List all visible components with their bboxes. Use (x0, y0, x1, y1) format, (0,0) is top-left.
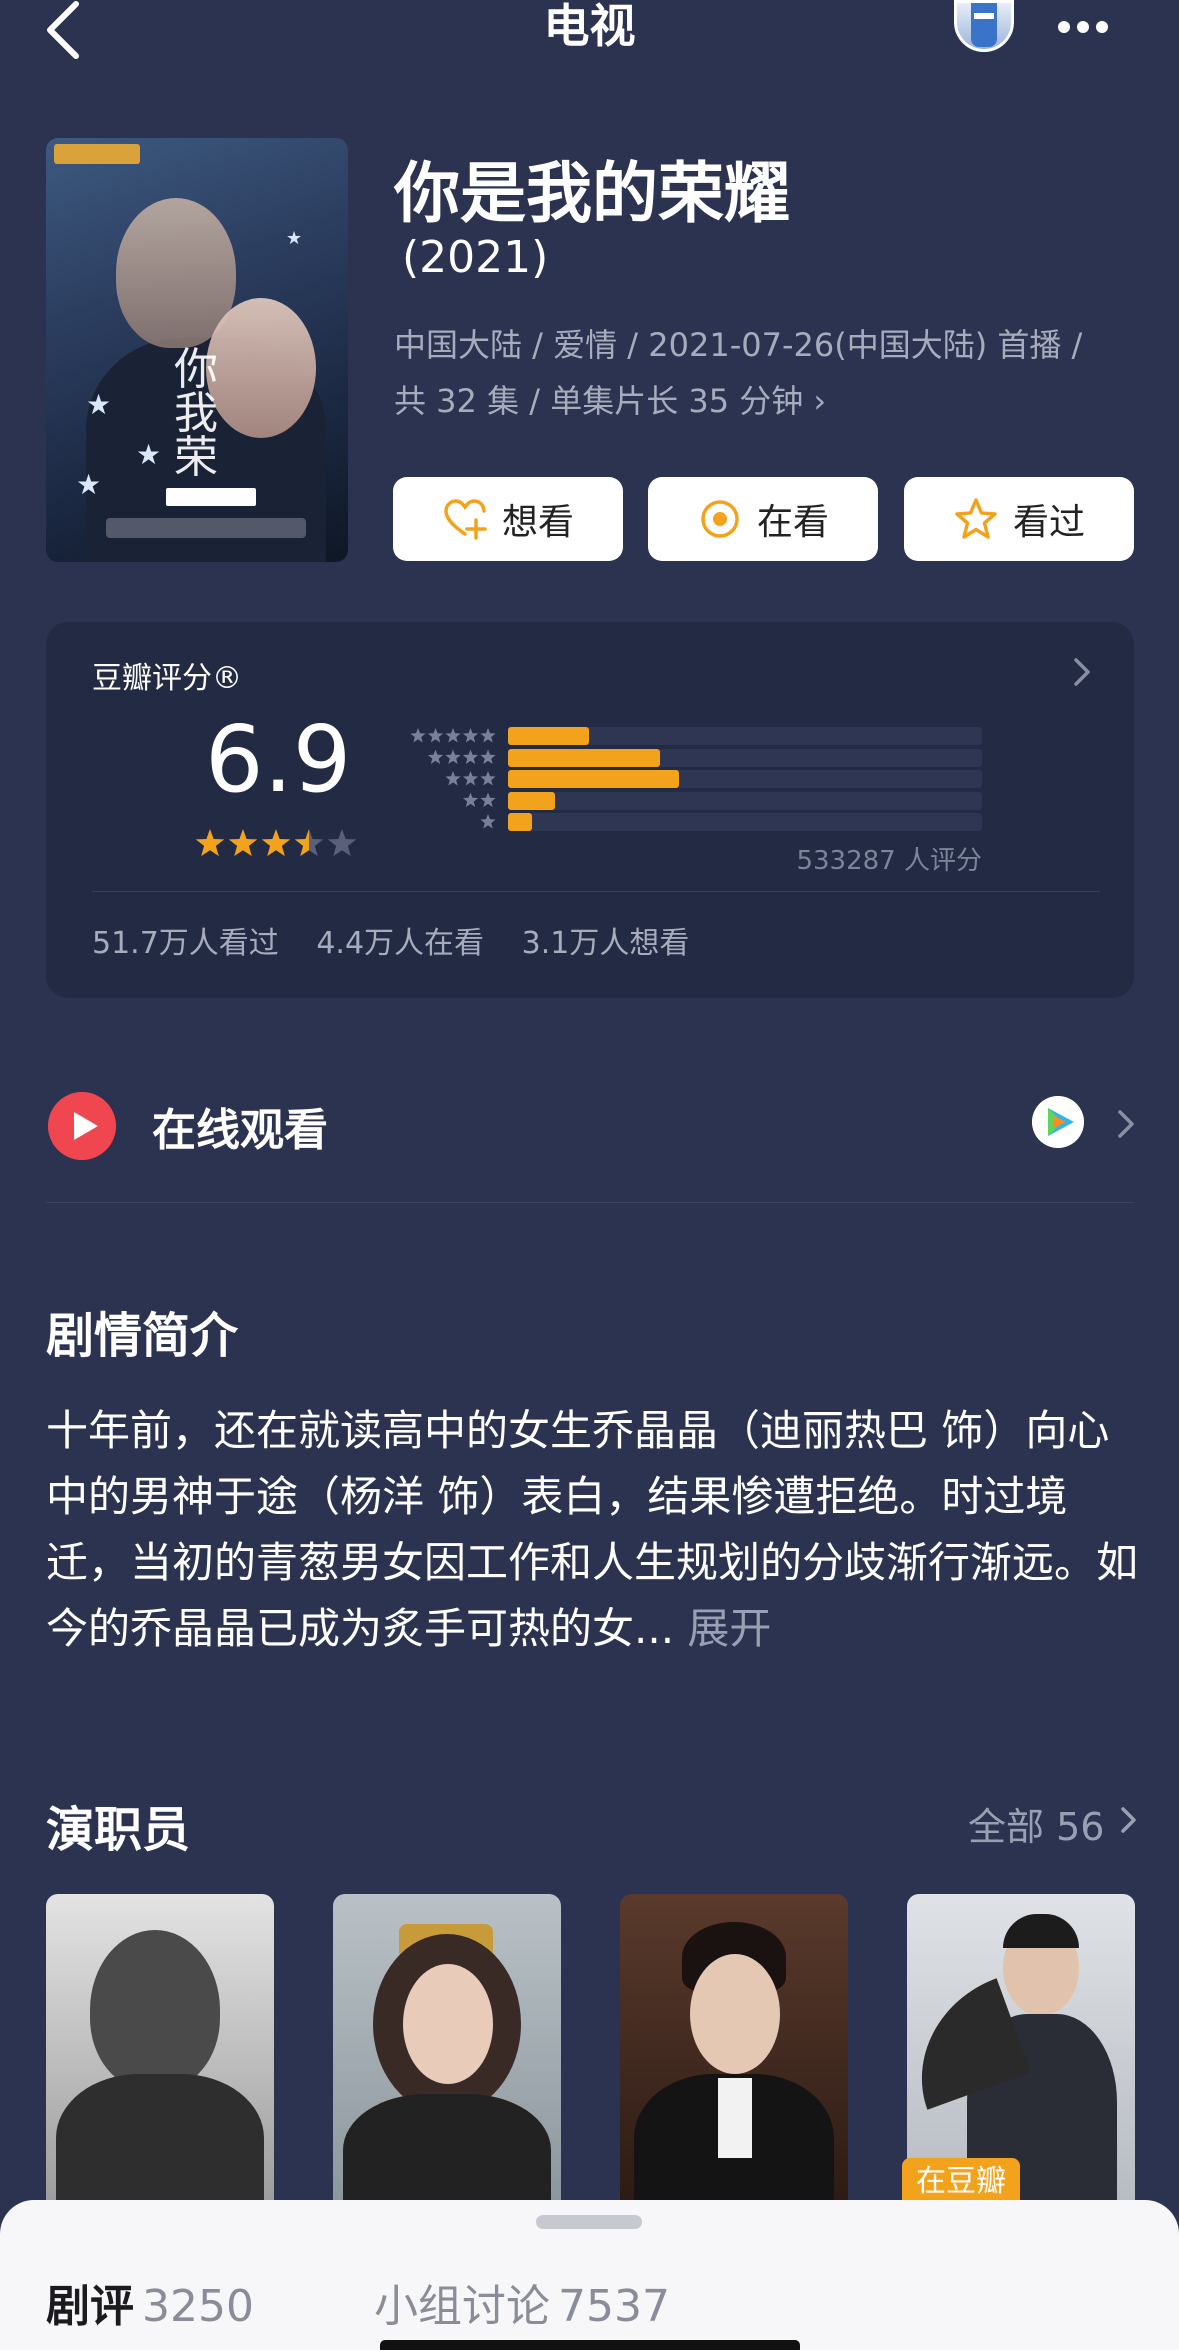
rating-bar-3-star (508, 770, 679, 788)
distribution-star-labels (410, 728, 496, 829)
synopsis-text: 十年前，还在就读高中的女生乔晶晶（迪丽热巴 饰）向心中的男神于途（杨洋 饰）表白… (46, 1398, 1146, 1662)
distribution-star (480, 749, 496, 764)
chevron-right-icon[interactable] (1114, 1106, 1138, 1142)
rating-bar-track (508, 791, 982, 810)
watching-button[interactable]: 在看 (648, 477, 878, 561)
distribution-star (462, 728, 479, 743)
cast-title: 演职员 (46, 1802, 191, 1858)
tab-groups-count: 7537 (558, 2281, 670, 2332)
distribution-star (480, 771, 496, 786)
expand-link[interactable]: 展开 (687, 1604, 771, 1653)
distribution-star (445, 728, 461, 743)
want-count: 3.1万人想看 (521, 926, 690, 961)
tencent-video-icon[interactable] (1032, 1096, 1084, 1148)
star-icon (955, 498, 997, 539)
synopsis-body: 十年前，还在就读高中的女生乔晶晶（迪丽热巴 饰）向心中的男神于途（杨洋 饰）表白… (46, 1406, 1139, 1653)
distribution-star (480, 792, 496, 807)
online-watch-label[interactable]: 在线观看 (152, 1094, 328, 1158)
heart-plus-icon (444, 499, 487, 540)
chevron-right-icon[interactable] (1118, 1804, 1140, 1836)
chevron-right-icon[interactable] (1070, 654, 1094, 690)
cast-card[interactable] (46, 1894, 274, 2214)
distribution-star (462, 792, 479, 807)
more-icon[interactable] (1058, 18, 1122, 33)
cast-badge: 在豆瓣 (902, 2158, 1020, 2206)
rating-label: 豆瓣评分® (92, 661, 242, 696)
movie-meta-line1: 中国大陆 / 爱情 / 2021-07-26(中国大陆) 首播 / (394, 326, 1083, 364)
drag-handle[interactable] (536, 2215, 642, 2229)
target-icon (701, 500, 739, 538)
watching-label: 在看 (756, 502, 829, 543)
distribution-star (480, 728, 496, 743)
movie-title: 你是我的荣耀 (394, 155, 790, 232)
vote-count: 533287 人评分 (796, 846, 982, 876)
home-indicator (380, 2340, 800, 2350)
rating-bar-4-star (508, 748, 660, 767)
synopsis-title: 剧情简介 (46, 1308, 239, 1364)
watched-button[interactable]: 看过 (904, 477, 1134, 561)
tab-groups[interactable]: 小组讨论 7537 (374, 2270, 670, 2334)
divider (92, 891, 1100, 892)
rating-bar-5-star (508, 727, 589, 745)
distribution-star (445, 771, 461, 786)
play-icon[interactable] (48, 1092, 116, 1160)
rating-bar-1-star (508, 813, 532, 831)
movie-year: (2021) (402, 232, 549, 283)
distribution-star (462, 749, 479, 764)
cast-card[interactable] (620, 1894, 848, 2214)
cast-all-link[interactable]: 全部 56 (968, 1796, 1104, 1851)
movie-meta-line2[interactable]: 共 32 集 / 单集片长 35 分钟 › (394, 376, 826, 422)
rating-score: 6.9 (205, 706, 352, 813)
distribution-star (445, 749, 461, 764)
want-label: 想看 (501, 502, 574, 543)
poster-image[interactable]: ★ ★ ★ ★ 你我荣 (46, 138, 348, 562)
rating-bar-2-star (508, 791, 555, 810)
tab-groups-label: 小组讨论 (374, 2281, 550, 2332)
distribution-star (410, 728, 426, 743)
tab-reviews-count: 3250 (142, 2281, 254, 2332)
cast-card[interactable] (333, 1894, 561, 2214)
watch-stats: 51.7万人看过 4.4万人在看 3.1万人想看 (92, 918, 717, 962)
distribution-star (480, 814, 496, 829)
rating-bar-track (508, 813, 982, 831)
watching-count: 4.4万人在看 (316, 926, 485, 961)
divider (46, 1202, 1134, 1203)
distribution-star (462, 771, 479, 786)
want-button[interactable]: 想看 (393, 477, 623, 561)
distribution-star (427, 728, 444, 743)
watched-label: 看过 (1012, 502, 1085, 543)
watched-count: 51.7万人看过 (92, 926, 279, 961)
tab-reviews-label: 剧评 (46, 2281, 134, 2332)
tab-reviews[interactable]: 剧评 3250 (46, 2270, 254, 2334)
distribution-star (427, 749, 444, 764)
